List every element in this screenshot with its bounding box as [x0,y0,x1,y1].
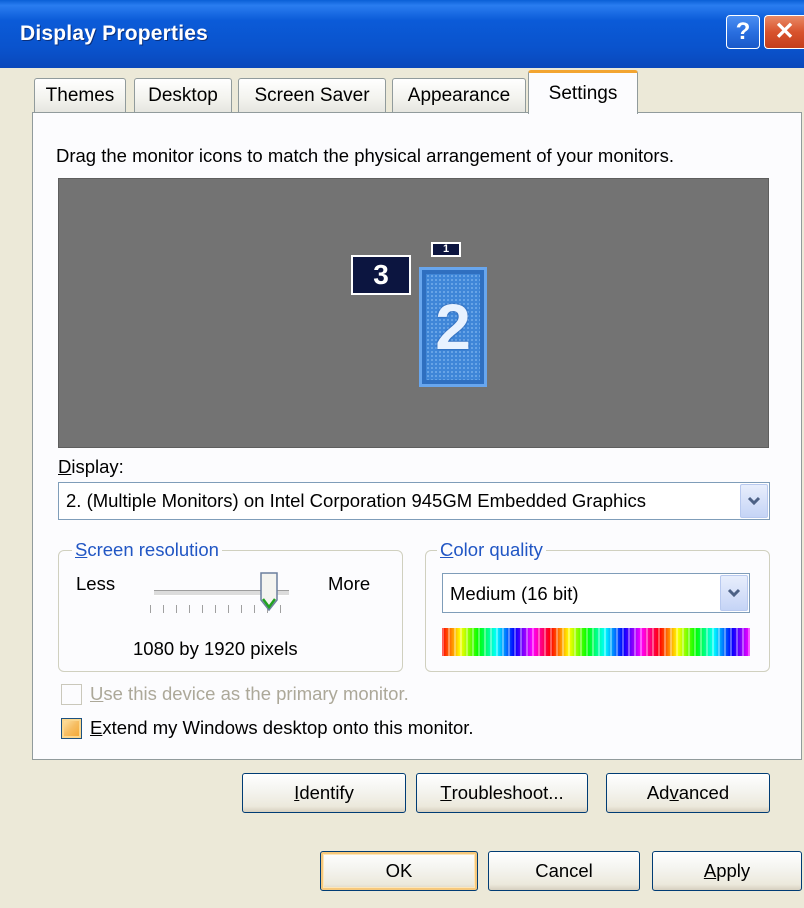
instructions-text: Drag the monitor icons to match the phys… [56,145,674,166]
accel-char: T [440,782,452,803]
button-label: roubleshoot... [451,782,564,803]
primary-monitor-label: Use this device as the primary monitor. [90,683,409,705]
color-quality-select[interactable]: Medium (16 bit) [442,573,750,613]
ok-button[interactable]: OK [320,851,478,891]
monitor-3-icon[interactable]: 3 [351,255,411,295]
display-label: Display: [58,456,124,478]
display-dropdown-button[interactable] [740,484,768,518]
tab-appearance[interactable]: Appearance [392,78,526,112]
button-label: Ad [646,782,670,803]
troubleshoot-button[interactable]: Troubleshoot... [416,773,588,813]
slider-less-label: Less [76,573,116,594]
accel-char: v [669,782,679,803]
resolution-slider-thumb[interactable] [258,572,280,612]
tab-label: Desktop [148,84,218,106]
window-title: Display Properties [20,22,209,45]
accel-char: U [90,683,104,704]
monitor-number: 1 [442,243,450,255]
identify-button[interactable]: Identify [242,773,406,813]
tab-label: Themes [45,84,115,106]
color-quality-value: Medium (16 bit) [450,583,579,604]
accel-char: C [440,539,454,560]
extend-desktop-checkbox[interactable] [61,718,82,739]
button-label: anced [678,782,730,803]
display-value: 2. (Multiple Monitors) on Intel Corporat… [66,490,646,511]
monitor-2-icon[interactable]: 2 [419,267,487,387]
accel-char: E [90,717,103,738]
cancel-button[interactable]: Cancel [488,851,640,891]
resolution-value: 1080 by 1920 pixels [133,638,298,659]
title-bar[interactable]: Display Properties ? ✕ [0,0,804,68]
accel-char: S [75,539,88,560]
color-quality-preview [442,628,750,656]
label-text: creen resolution [87,539,219,560]
chevron-down-icon [747,496,761,506]
label-text: xtend my Windows desktop onto this monit… [102,717,474,738]
label-text: olor quality [453,539,543,560]
color-quality-title: Color quality [437,539,546,561]
screen-resolution-title: Screen resolution [72,539,222,561]
accel-char: A [703,860,717,881]
monitor-arrangement-area[interactable]: 3 1 2 [58,178,769,448]
button-label: dentify [299,782,354,803]
tab-settings[interactable]: Settings [528,70,638,114]
tab-label: Settings [548,82,618,104]
display-select[interactable]: 2. (Multiple Monitors) on Intel Corporat… [58,482,770,520]
accel-char: D [58,456,72,477]
help-button[interactable]: ? [726,15,760,49]
tab-screen-saver[interactable]: Screen Saver [238,78,386,112]
button-label: pply [716,860,751,881]
help-icon: ? [735,18,751,45]
tab-label: Screen Saver [254,84,370,106]
color-quality-dropdown-button[interactable] [720,575,748,611]
label-text: isplay: [71,456,124,477]
tab-themes[interactable]: Themes [34,78,126,112]
primary-monitor-checkbox[interactable] [61,684,82,705]
apply-button[interactable]: Apply [652,851,802,891]
button-label: OK [385,860,413,881]
tab-desktop[interactable]: Desktop [134,78,232,112]
tab-label: Appearance [407,84,511,106]
close-icon: ✕ [774,18,795,45]
extend-desktop-label: Extend my Windows desktop onto this moni… [90,717,474,739]
button-label: Cancel [535,860,593,881]
close-button[interactable]: ✕ [764,15,804,49]
monitor-number: 2 [435,291,471,363]
monitor-number: 3 [373,259,389,290]
chevron-down-icon [727,588,741,598]
slider-more-label: More [328,573,371,594]
label-text: se this device as the primary monitor. [103,683,409,704]
advanced-button[interactable]: Ad v anced [606,773,770,813]
monitor-1-icon[interactable]: 1 [431,242,461,257]
